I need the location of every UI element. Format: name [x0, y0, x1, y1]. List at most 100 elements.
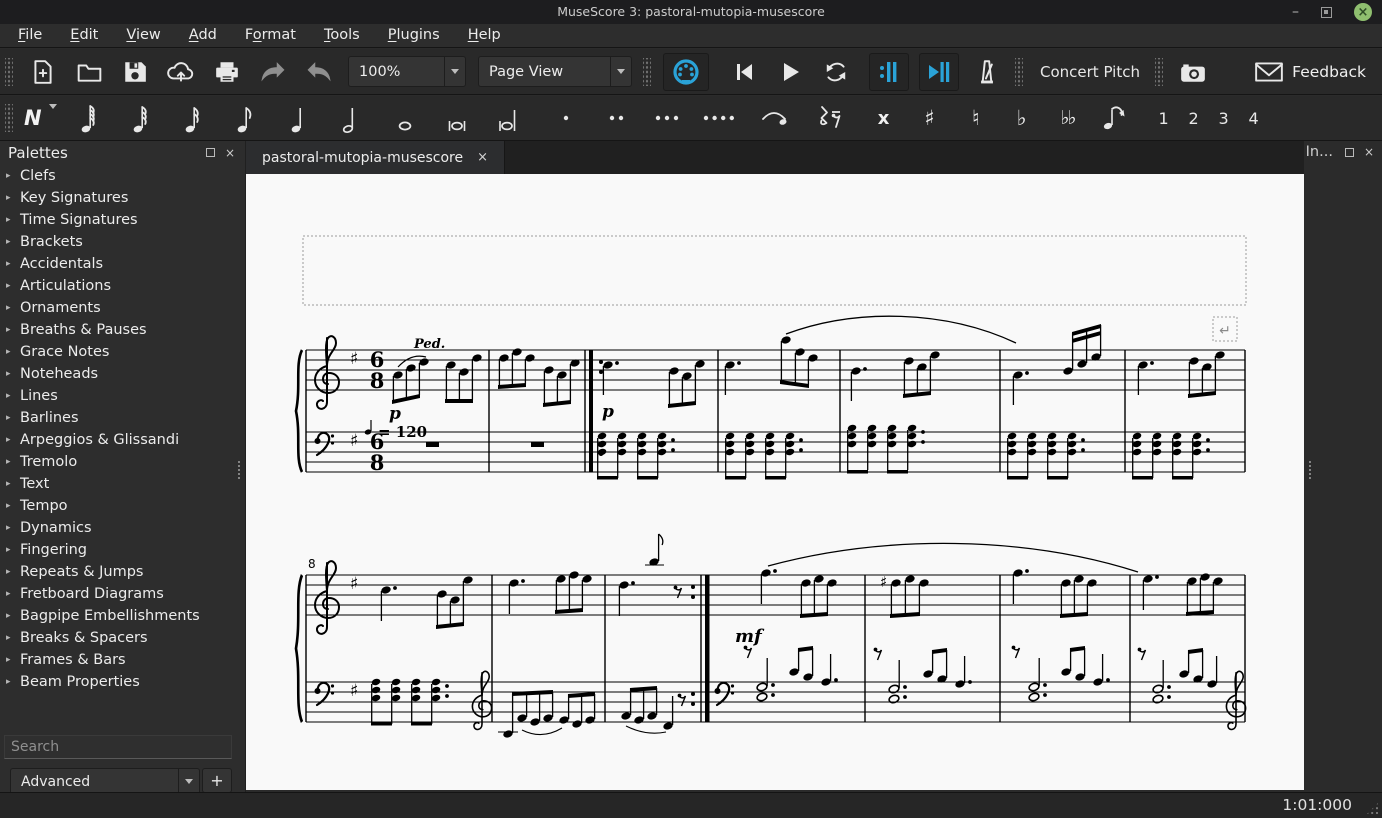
augmentation-dot-button[interactable]	[548, 100, 584, 136]
palette-item-accidentals[interactable]: ▸ Accidentals	[0, 253, 245, 275]
save-online-button[interactable]	[163, 54, 199, 90]
print-button[interactable]	[209, 54, 245, 90]
note-input-mode-button[interactable]: N	[24, 103, 57, 130]
rewind-button[interactable]	[726, 54, 762, 90]
minimize-button[interactable]: –	[1292, 5, 1299, 19]
duration-half-button[interactable]	[333, 100, 369, 136]
pan-score-toggle[interactable]	[919, 52, 959, 91]
new-score-button[interactable]	[25, 54, 61, 90]
midi-input-toggle[interactable]	[663, 52, 709, 91]
rest-button[interactable]	[811, 100, 847, 136]
palette-item-breaks-spacers[interactable]: ▸ Breaks & Spacers	[0, 627, 245, 649]
score-page[interactable]: ↵ ♯ ♯ 68 68 = 120 p p Ped. 8 ♯ ♯ mf ♯	[246, 174, 1304, 790]
redo-button[interactable]	[301, 54, 337, 90]
palette-splitter-handle[interactable]	[237, 460, 241, 480]
palette-item-fretboard-diagrams[interactable]: ▸ Fretboard Diagrams	[0, 583, 245, 605]
palette-item-lines[interactable]: ▸ Lines	[0, 385, 245, 407]
palette-item-fingering[interactable]: ▸ Fingering	[0, 539, 245, 561]
tab-close-icon[interactable]: ×	[477, 150, 488, 165]
duration-whole-button[interactable]	[387, 100, 423, 136]
palette-item-key-signatures[interactable]: ▸ Key Signatures	[0, 187, 245, 209]
resize-grip[interactable]	[1365, 801, 1380, 816]
float-panel-icon[interactable]	[1344, 147, 1354, 157]
palette-search-input[interactable]	[4, 735, 232, 759]
close-panel-icon[interactable]: ×	[1364, 146, 1374, 158]
menu-tools[interactable]: Tools	[310, 24, 374, 48]
palette-item-ornaments[interactable]: ▸ Ornaments	[0, 297, 245, 319]
double-sharp-button[interactable]: x	[866, 100, 902, 136]
view-mode-select[interactable]: Page View	[478, 56, 632, 87]
palette-item-articulations[interactable]: ▸ Articulations	[0, 275, 245, 297]
metronome-toggle[interactable]	[969, 54, 1005, 90]
palette-item-tempo[interactable]: ▸ Tempo	[0, 495, 245, 517]
dynamic-mf[interactable]: mf	[735, 626, 765, 647]
triple-dot-button[interactable]	[650, 100, 686, 136]
toolbar-drag-handle[interactable]	[1015, 57, 1023, 86]
maximize-button[interactable]	[1321, 6, 1332, 18]
voice-4-button[interactable]: 4	[1241, 103, 1267, 133]
palette-item-brackets[interactable]: ▸ Brackets	[0, 231, 245, 253]
duration-16th-button[interactable]	[177, 100, 213, 136]
palette-item-noteheads[interactable]: ▸ Noteheads	[0, 363, 245, 385]
palette-item-repeats-jumps[interactable]: ▸ Repeats & Jumps	[0, 561, 245, 583]
inspector-splitter-handle[interactable]	[1308, 460, 1312, 480]
play-repeats-toggle[interactable]	[869, 52, 909, 91]
loop-playback-button[interactable]	[818, 54, 854, 90]
voice-3-button[interactable]: 3	[1211, 103, 1237, 133]
tie-button[interactable]	[756, 100, 792, 136]
palette-item-frames-bars[interactable]: ▸ Frames & Bars	[0, 649, 245, 671]
palette-item-bagpipe-embellishments[interactable]: ▸ Bagpipe Embellishments	[0, 605, 245, 627]
title-bar[interactable]: MuseScore 3: pastoral-mutopia-musescore …	[0, 0, 1382, 24]
quadruple-dot-button[interactable]	[701, 100, 737, 136]
menu-add[interactable]: Add	[175, 24, 231, 48]
palette-item-text[interactable]: ▸ Text	[0, 473, 245, 495]
palette-item-breaths-pauses[interactable]: ▸ Breaths & Pauses	[0, 319, 245, 341]
toolbar-drag-handle[interactable]	[5, 57, 13, 86]
duration-32nd-button[interactable]	[125, 100, 161, 136]
duration-quarter-button[interactable]	[281, 100, 317, 136]
zoom-select[interactable]: 100%	[348, 56, 466, 87]
voice-2-button[interactable]: 2	[1181, 103, 1207, 133]
dynamic-p[interactable]: p	[602, 402, 614, 422]
toolbar-drag-handle[interactable]	[1154, 57, 1163, 86]
tab-pastoral[interactable]: pastoral-mutopia-musescore ×	[246, 141, 506, 174]
double-flat-button[interactable]: ♭♭	[1050, 100, 1086, 136]
menu-format[interactable]: Format	[231, 24, 310, 48]
duration-breve-button[interactable]	[439, 100, 475, 136]
feedback-button[interactable]: Feedback	[1254, 60, 1382, 84]
palette-item-grace-notes[interactable]: ▸ Grace Notes	[0, 341, 245, 363]
double-dot-button[interactable]	[599, 100, 635, 136]
menu-help[interactable]: Help	[454, 24, 515, 48]
save-button[interactable]	[117, 54, 153, 90]
play-button[interactable]	[772, 54, 808, 90]
add-palette-button[interactable]: +	[202, 768, 232, 793]
menu-edit[interactable]: Edit	[56, 24, 112, 48]
image-capture-button[interactable]	[1175, 54, 1211, 90]
menu-file[interactable]: File	[4, 24, 56, 48]
palette-item-clefs[interactable]: ▸ Clefs	[0, 165, 245, 187]
palette-filter-select[interactable]: Advanced	[10, 768, 200, 795]
menu-plugins[interactable]: Plugins	[374, 24, 454, 48]
palette-item-beam-properties[interactable]: ▸ Beam Properties	[0, 671, 245, 693]
palette-item-tremolo[interactable]: ▸ Tremolo	[0, 451, 245, 473]
float-panel-icon[interactable]	[205, 148, 215, 157]
concert-pitch-button[interactable]: Concert Pitch	[1030, 63, 1150, 81]
toolbar-drag-handle[interactable]	[5, 104, 13, 132]
voice-1-button[interactable]: 1	[1151, 103, 1177, 133]
natural-button[interactable]: ♮	[958, 100, 994, 136]
palette-item-dynamics[interactable]: ▸ Dynamics	[0, 517, 245, 539]
sharp-button[interactable]: ♯	[912, 100, 948, 136]
duration-eighth-button[interactable]	[229, 100, 265, 136]
menu-view[interactable]: View	[112, 24, 174, 48]
duration-64th-button[interactable]	[73, 100, 109, 136]
open-file-button[interactable]	[71, 54, 107, 90]
close-button[interactable]: ×	[1354, 3, 1372, 21]
palette-item-time-signatures[interactable]: ▸ Time Signatures	[0, 209, 245, 231]
duration-longa-button[interactable]	[491, 100, 527, 136]
flat-button[interactable]: ♭	[1004, 100, 1040, 136]
dynamic-p[interactable]: p	[389, 404, 401, 424]
toolbar-drag-handle[interactable]	[643, 57, 651, 86]
palette-item-barlines[interactable]: ▸ Barlines	[0, 407, 245, 429]
flip-direction-button[interactable]	[1096, 100, 1132, 136]
pedal-marking[interactable]: Ped.	[413, 337, 445, 352]
